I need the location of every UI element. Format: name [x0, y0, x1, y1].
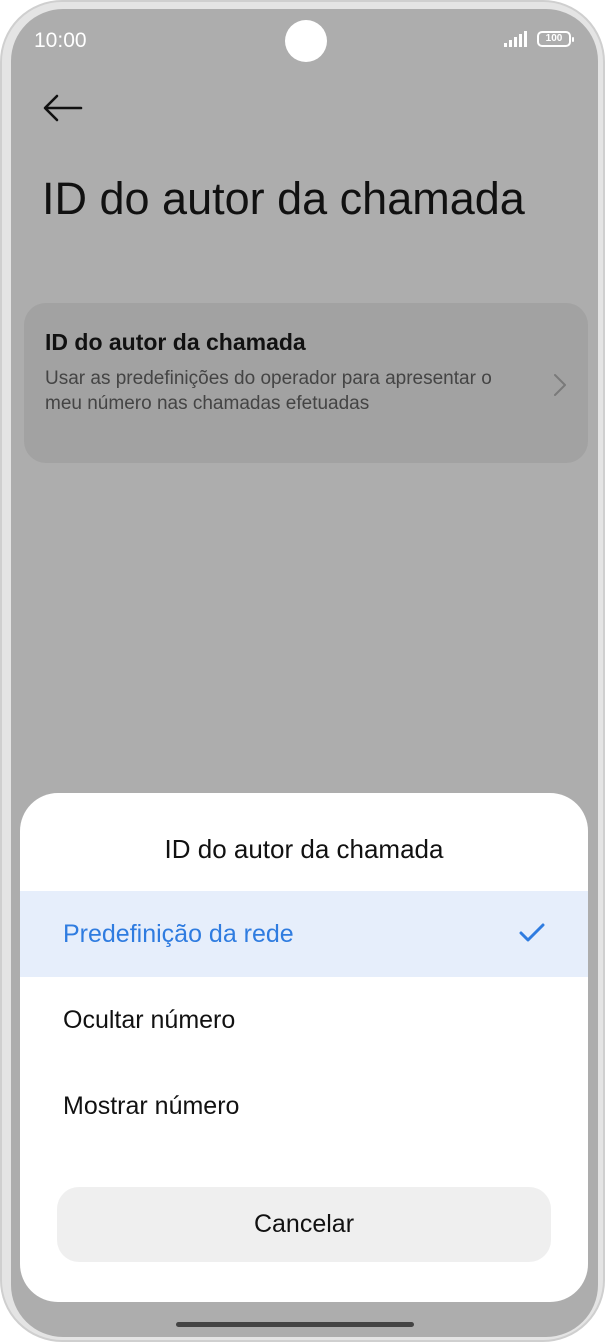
option-label: Ocultar número — [63, 1006, 236, 1034]
page-title: ID do autor da chamada — [42, 173, 525, 224]
battery-icon: 100 — [537, 31, 574, 47]
phone-frame: 10:00 100 ID do autor da chamada ID do a… — [0, 0, 605, 1342]
option-network-default[interactable]: Predefinição da rede — [20, 891, 588, 977]
caller-id-setting-row[interactable]: ID do autor da chamada Usar as predefini… — [24, 303, 588, 463]
setting-subtitle: Usar as predefinições do operador para a… — [45, 368, 492, 414]
chevron-right-icon — [554, 374, 566, 396]
cancel-button[interactable]: Cancelar — [57, 1187, 551, 1262]
option-label: Mostrar número — [63, 1092, 240, 1120]
dialog-title: ID do autor da chamada — [164, 834, 444, 864]
home-indicator[interactable] — [176, 1322, 414, 1327]
back-arrow-icon[interactable] — [41, 93, 85, 123]
setting-title: ID do autor da chamada — [45, 329, 306, 355]
option-label: Predefinição da rede — [63, 920, 294, 948]
checkmark-icon — [519, 923, 545, 942]
signal-icon — [504, 31, 527, 47]
option-show-number[interactable]: Mostrar número — [20, 1063, 588, 1149]
screen: 10:00 100 ID do autor da chamada ID do a… — [11, 9, 598, 1337]
status-time: 10:00 — [34, 29, 87, 52]
caller-id-dialog: ID do autor da chamada Predefinição da r… — [20, 793, 588, 1302]
front-camera — [285, 20, 327, 62]
option-hide-number[interactable]: Ocultar número — [20, 977, 588, 1063]
